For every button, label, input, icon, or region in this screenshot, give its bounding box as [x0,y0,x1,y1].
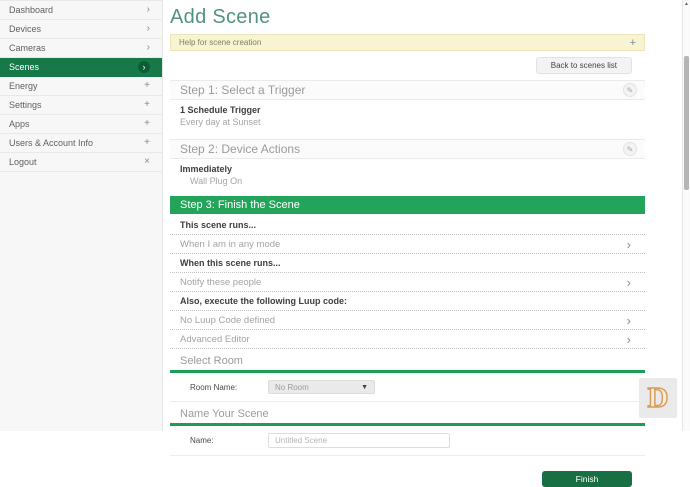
sidebar-item-scenes[interactable]: Scenes › [0,58,162,77]
sidebar-item-dashboard[interactable]: Dashboard › [0,1,162,20]
chevron-right-icon: › [627,276,631,289]
plus-icon: + [144,100,150,110]
scrollbar-thumb[interactable] [684,56,689,190]
plus-icon: + [144,138,150,148]
section-divider [170,455,645,456]
page-title: Add Scene [170,6,645,29]
help-banner[interactable]: Help for scene creation + [170,34,645,51]
sidebar-item-label: Scenes [9,62,39,72]
sidebar-item-label: Users & Account Info [9,138,93,148]
sidebar-nav: Dashboard › Devices › Cameras › Scenes ›… [0,0,163,431]
sidebar-item-label: Apps [9,119,30,129]
chevron-right-icon: › [147,5,150,15]
scene-name-row: Name: [170,426,645,455]
trigger-name: 1 Schedule Trigger [180,105,645,115]
sidebar-item-cameras[interactable]: Cameras › [0,39,162,58]
trigger-detail: Every day at Sunset [180,117,645,127]
demo-watermark: D [639,378,677,418]
finish-options-list: This scene runs... When I am in any mode… [170,216,645,349]
plus-icon: + [144,119,150,129]
edit-pencil-icon[interactable]: ✎ [623,142,637,156]
vera-add-scene-page: { "colors": { "sidebar_active_green": "#… [0,0,690,431]
finish-row: Finish [170,463,645,487]
notify-people-row[interactable]: Notify these people › [170,273,645,292]
close-icon: × [144,157,150,167]
finish-button[interactable]: Finish [542,471,632,487]
sidebar-item-label: Devices [9,24,41,34]
mode-selector-row[interactable]: When I am in any mode › [170,235,645,254]
trigger-summary: 1 Schedule Trigger Every day at Sunset [170,100,645,133]
back-to-scenes-button[interactable]: Back to scenes list [536,57,632,74]
scene-name-input[interactable] [268,433,450,448]
sidebar-item-label: Settings [9,100,42,110]
vertical-scrollbar[interactable]: ▲ [682,0,690,431]
help-banner-label: Help for scene creation [179,38,261,47]
scene-name-label: Name: [190,436,268,445]
scene-runs-label-row: This scene runs... [170,216,645,235]
main-content: Add Scene Help for scene creation + Back… [163,0,682,431]
chevron-right-icon: › [627,238,631,251]
room-select-value: No Room [275,383,309,392]
chevron-right-icon: › [147,43,150,53]
plus-icon: + [144,81,150,91]
step3-header: Step 3: Finish the Scene [170,196,645,214]
chevron-right-badge-icon: › [138,61,150,73]
chevron-right-icon: › [627,333,631,346]
caret-down-icon: ▼ [361,384,368,391]
sidebar-item-label: Logout [9,157,37,167]
action-detail: Wall Plug On [180,176,645,186]
when-scene-runs-label-row: When this scene runs... [170,254,645,273]
chevron-right-icon: › [147,24,150,34]
luup-code-row[interactable]: No Luup Code defined › [170,311,645,330]
sidebar-item-energy[interactable]: Energy + [0,77,162,96]
scroll-up-arrow-icon[interactable]: ▲ [684,1,689,7]
sidebar-item-label: Energy [9,81,38,91]
action-summary: Immediately Wall Plug On [170,159,645,192]
step2-title: Step 2: Device Actions [180,142,300,156]
room-name-label: Room Name: [190,383,268,392]
action-name: Immediately [180,164,645,174]
sidebar-item-users-account-info[interactable]: Users & Account Info + [0,134,162,153]
select-room-heading: Select Room [170,349,645,370]
sidebar-item-label: Dashboard [9,5,53,15]
advanced-editor-row[interactable]: Advanced Editor › [170,330,645,349]
back-row: Back to scenes list [170,57,645,74]
chevron-right-icon: › [627,314,631,327]
sidebar-item-logout[interactable]: Logout × [0,153,162,172]
room-select[interactable]: No Room ▼ [268,380,375,394]
edit-pencil-icon[interactable]: ✎ [623,83,637,97]
sidebar-item-label: Cameras [9,43,46,53]
room-name-row: Room Name: No Room ▼ [170,373,645,401]
watermark-letter: D [648,382,669,415]
sidebar-item-apps[interactable]: Apps + [0,115,162,134]
step2-header: Step 2: Device Actions ✎ [170,139,645,159]
luup-code-label-row: Also, execute the following Luup code: [170,292,645,311]
sidebar-item-devices[interactable]: Devices › [0,20,162,39]
expand-plus-icon[interactable]: + [630,37,636,49]
name-scene-heading: Name Your Scene [170,402,645,423]
step1-title: Step 1: Select a Trigger [180,83,305,97]
sidebar-item-settings[interactable]: Settings + [0,96,162,115]
step1-header: Step 1: Select a Trigger ✎ [170,80,645,100]
